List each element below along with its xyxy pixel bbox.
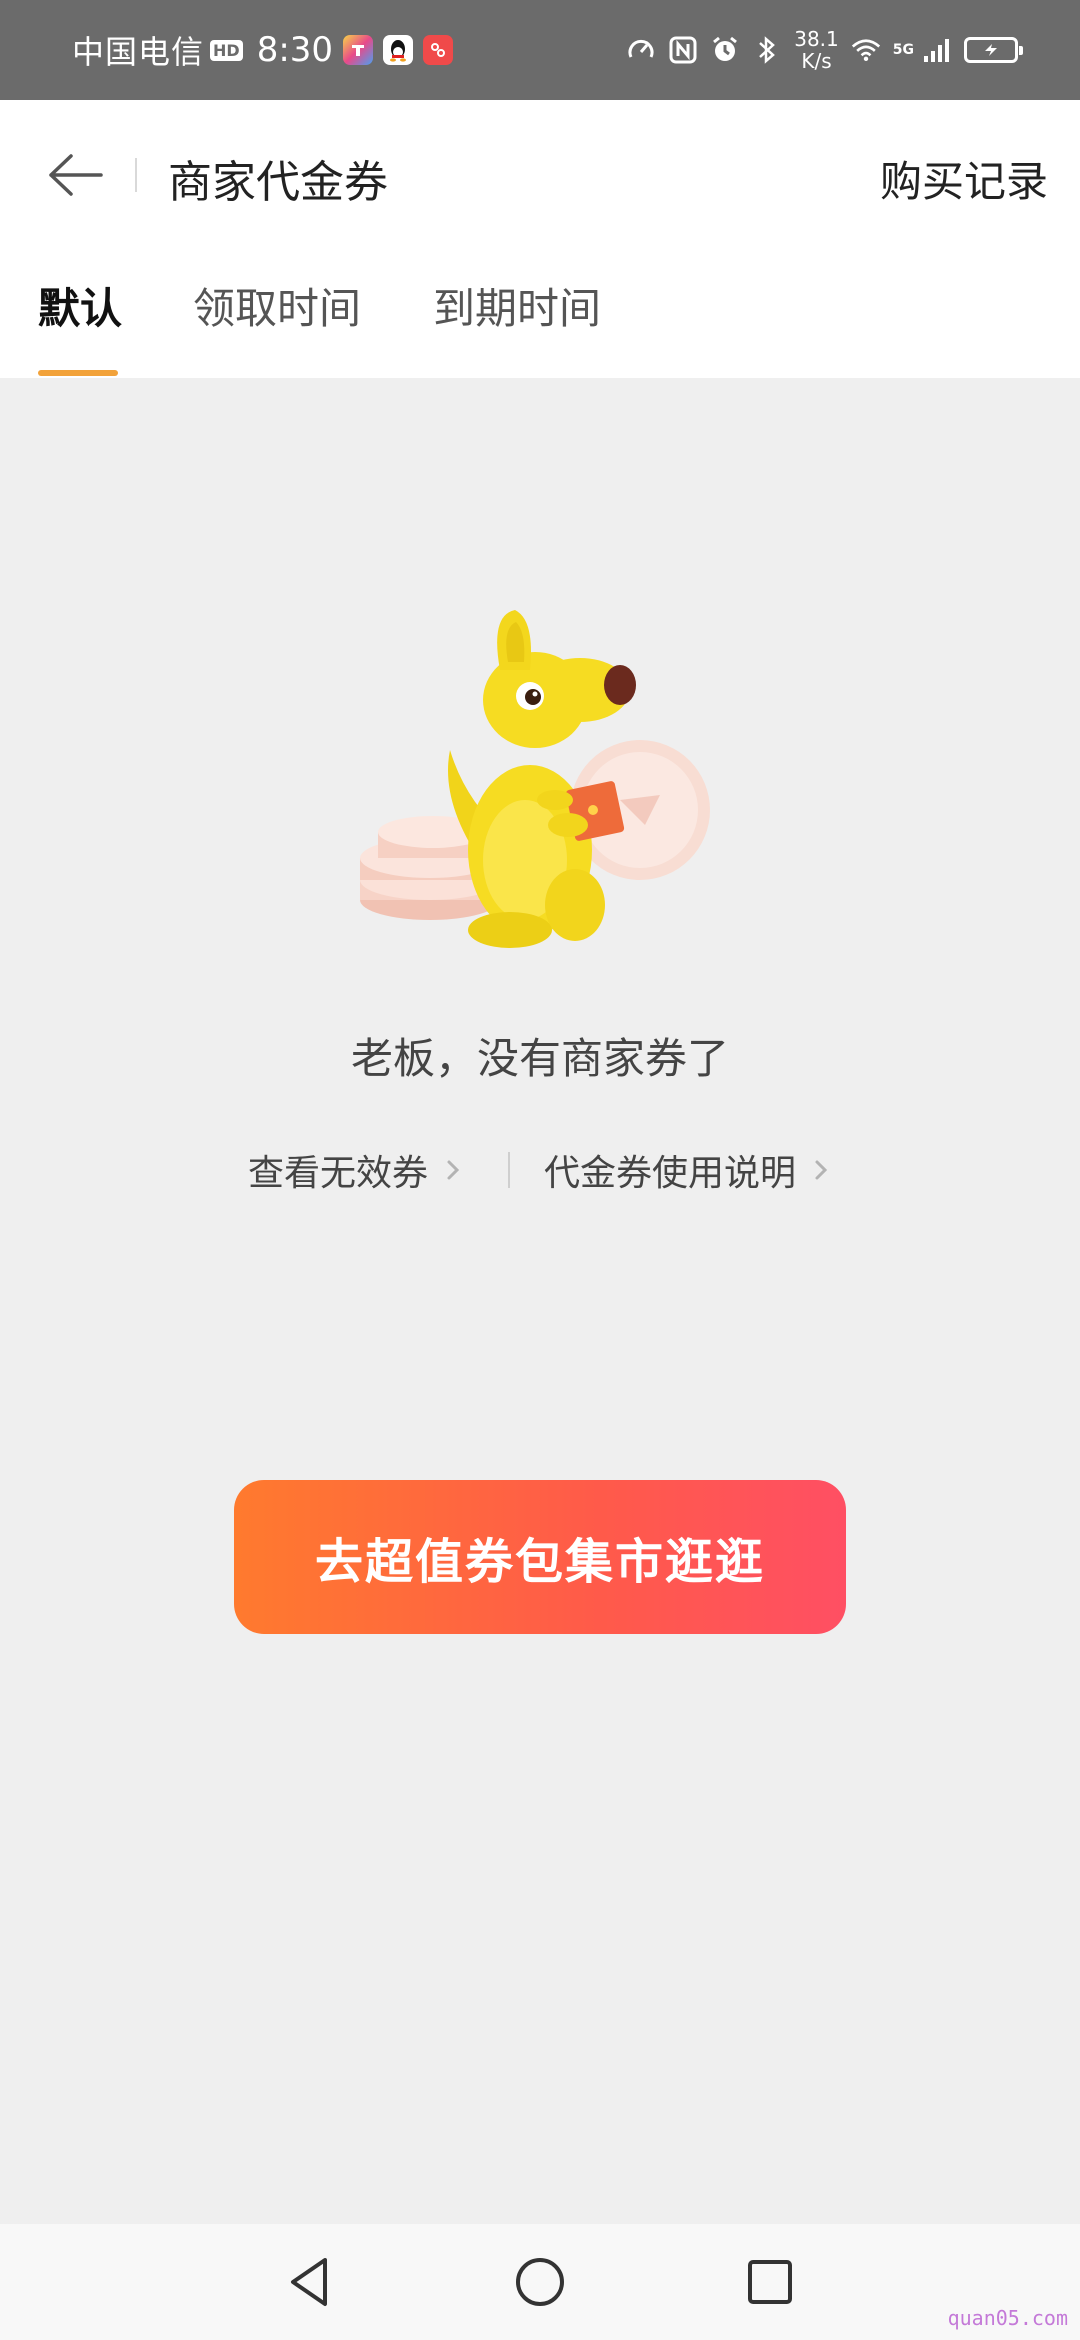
speedometer-icon [626, 35, 656, 65]
status-bar-right: 38.1 K/s 5G [626, 0, 1023, 100]
nav-recents-button[interactable] [740, 2252, 800, 2312]
status-bar: 中国电信 HD 8:30 38.1 K/s 5G [0, 0, 1080, 100]
battery-charging-icon [964, 37, 1023, 63]
back-arrow-icon [49, 154, 103, 196]
tab-default[interactable]: 默认 [38, 275, 122, 336]
network-speed-unit: K/s [801, 49, 832, 73]
browse-coupon-market-button[interactable]: 去超值券包集市逛逛 [234, 1480, 846, 1634]
network-speed: 38.1 K/s [794, 28, 839, 72]
view-invalid-coupons-link[interactable]: 查看无效券 [248, 1144, 464, 1196]
triangle-back-icon [291, 2258, 327, 2306]
tab-expiry-time[interactable]: 到期时间 [433, 275, 601, 336]
chevron-right-icon [810, 1159, 832, 1181]
page-title: 商家代金券 [168, 157, 388, 208]
view-invalid-coupons-label: 查看无效券 [247, 1153, 428, 1194]
signal-icon [922, 35, 952, 65]
header-divider [135, 158, 137, 192]
nav-back-button[interactable] [280, 2252, 340, 2312]
app-header: 商家代金券 购买记录 默认 领取时间 到期时间 [0, 100, 1080, 378]
purchase-history-link[interactable]: 购买记录 [880, 148, 1048, 209]
coupon-instructions-link[interactable]: 代金券使用说明 [544, 1144, 832, 1196]
active-tab-indicator [38, 370, 118, 376]
back-button[interactable] [40, 140, 110, 210]
network-speed-value: 38.1 [794, 27, 839, 51]
sort-tabs: 默认 领取时间 到期时间 [0, 275, 1080, 376]
bluetooth-icon [752, 35, 782, 65]
empty-state-illustration [330, 600, 750, 970]
nfc-icon [668, 35, 698, 65]
app-icon-red [423, 35, 454, 65]
carrier-name: 中国电信 [72, 33, 205, 71]
empty-message: 老板，没有商家券了 [350, 1034, 729, 1083]
square-recents-icon [748, 2260, 792, 2304]
links-divider [508, 1152, 510, 1188]
tab-claim-time[interactable]: 领取时间 [193, 275, 361, 336]
app-icon-colorful [343, 35, 374, 65]
watermark: quan05.com [947, 2306, 1068, 2330]
coupon-instructions-label: 代金券使用说明 [544, 1153, 797, 1194]
empty-state-links: 查看无效券 代金券使用说明 [0, 1140, 1080, 1200]
hd-badge: HD [210, 39, 243, 61]
alarm-icon [710, 35, 740, 65]
system-navigation-bar: quan05.com [0, 2224, 1080, 2340]
nav-home-button[interactable] [510, 2252, 570, 2312]
status-bar-left: 中国电信 HD 8:30 [72, 0, 454, 100]
clock: 8:30 [256, 30, 334, 70]
chevron-right-icon [442, 1159, 464, 1181]
qq-icon [383, 35, 414, 65]
wifi-icon [851, 35, 881, 65]
network-type: 5G [892, 42, 914, 58]
circle-home-icon [516, 2258, 564, 2306]
